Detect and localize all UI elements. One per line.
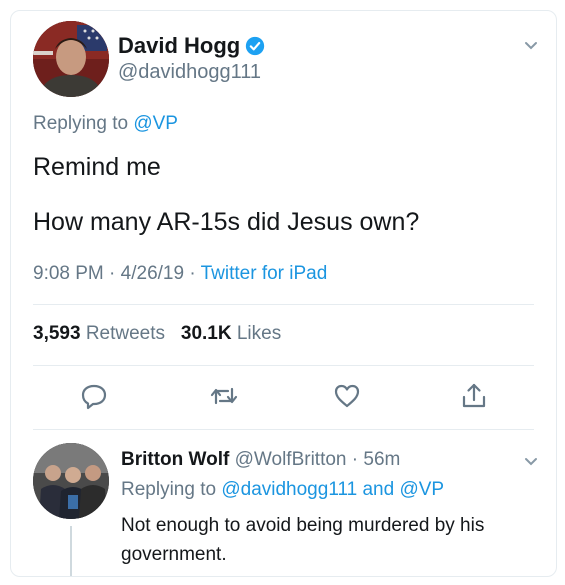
tweet-date[interactable]: 4/26/19 [121, 263, 184, 284]
replying-mention-link[interactable]: @VP [133, 113, 178, 134]
retweets-stat[interactable]: 3,593 Retweets [33, 323, 165, 344]
divider [33, 429, 534, 430]
tweet-meta: 9:08 PM · 4/26/19 · Twitter for iPad [33, 263, 327, 285]
likes-label: Likes [236, 323, 282, 344]
retweet-button[interactable] [209, 381, 239, 411]
reply-author-handle[interactable]: @WolfBritton [235, 449, 347, 470]
reply-replying-to: Replying to @davidhogg111 and @VP [121, 479, 444, 501]
meta-separator: · [109, 263, 121, 284]
avatar-photo-icon [33, 21, 109, 97]
chevron-down-icon[interactable] [524, 457, 538, 467]
reply-icon [81, 384, 107, 410]
reply-button[interactable] [79, 381, 109, 411]
replying-and: and [362, 479, 395, 500]
chevron-down-icon[interactable] [524, 41, 538, 51]
retweets-label: Retweets [85, 323, 166, 344]
reply-text: Not enough to avoid being murdered by hi… [121, 515, 485, 565]
likes-count: 30.1K [180, 323, 232, 344]
reply-age[interactable]: 56m [363, 449, 400, 470]
tweet-text-line2: How many AR-15s did Jesus own? [33, 208, 420, 236]
author-name[interactable]: David Hogg [118, 33, 240, 59]
divider [33, 365, 534, 366]
replying-mention-link[interactable]: @davidhogg111 [221, 479, 357, 500]
retweet-icon [210, 387, 238, 405]
retweets-count: 3,593 [33, 323, 81, 344]
replying-prefix: Replying to [121, 479, 217, 500]
share-icon [462, 383, 486, 408]
verified-badge-icon [246, 36, 265, 56]
replying-to: Replying to @VP [33, 113, 178, 135]
author-handle[interactable]: @davidhogg111 [118, 61, 261, 84]
replying-prefix: Replying to [33, 113, 129, 134]
meta-separator: · [189, 263, 201, 284]
heart-icon [334, 384, 360, 408]
thread-connector-line [70, 526, 72, 576]
tweet-source-link[interactable]: Twitter for iPad [201, 263, 328, 284]
likes-stat[interactable]: 30.1K Likes [181, 323, 281, 344]
tweet-time[interactable]: 9:08 PM [33, 263, 104, 284]
reply-author-avatar[interactable] [33, 443, 109, 519]
tweet-card: David Hogg @davidhogg111 Replying to @VP… [10, 10, 557, 577]
replying-mention-link[interactable]: @VP [399, 479, 444, 500]
share-button[interactable] [459, 381, 489, 411]
reply-author-name[interactable]: Britton Wolf [121, 449, 229, 470]
author-avatar[interactable] [33, 21, 109, 97]
avatar-photo-icon [33, 443, 109, 519]
divider [33, 304, 534, 305]
meta-separator: · [346, 449, 364, 470]
tweet-text-line1: Remind me [33, 153, 161, 181]
engagement-stats: 3,593 Retweets 30.1K Likes [33, 323, 281, 345]
like-button[interactable] [332, 381, 362, 411]
reply-header: Britton Wolf @WolfBritton · 56m [121, 449, 400, 471]
